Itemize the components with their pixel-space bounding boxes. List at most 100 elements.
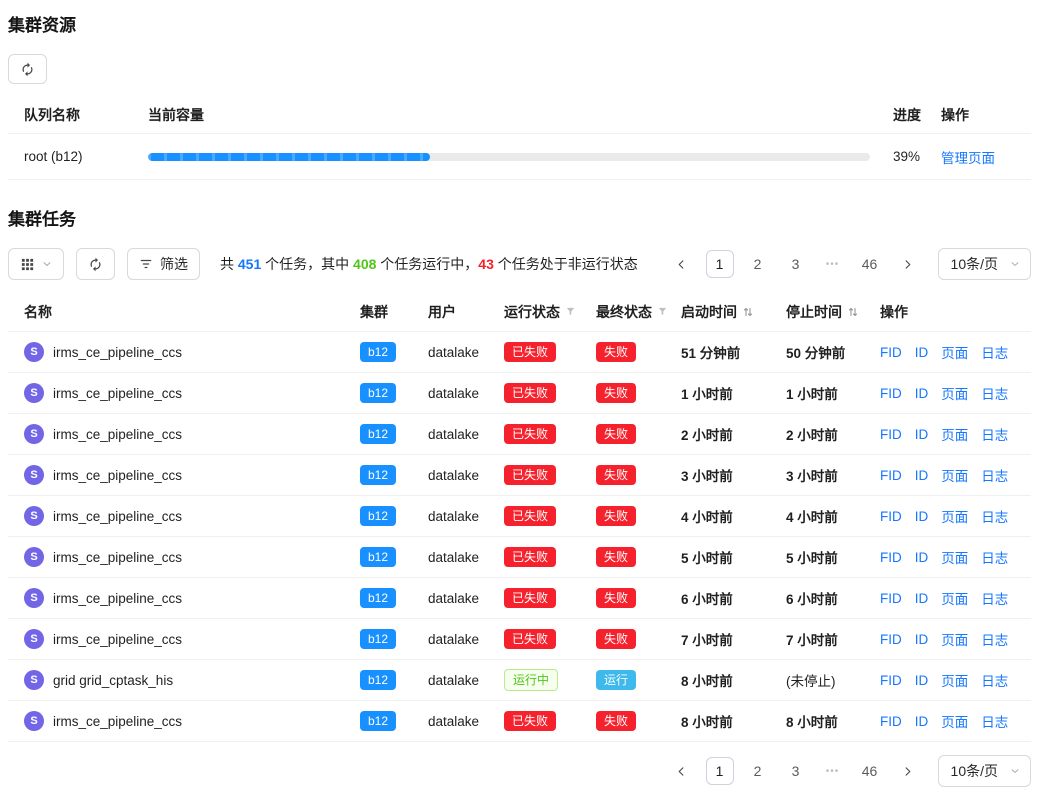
action-link-page[interactable]: 页面 (941, 342, 968, 362)
tasks-refresh-button[interactable] (76, 248, 115, 280)
action-link-fid[interactable]: FID (880, 427, 902, 442)
pagination-next[interactable] (894, 757, 922, 785)
resources-refresh-button[interactable] (8, 54, 47, 84)
action-link-log[interactable]: 日志 (981, 383, 1008, 403)
pagination-next[interactable] (894, 250, 922, 278)
action-link-fid[interactable]: FID (880, 386, 902, 401)
action-link-log[interactable]: 日志 (981, 342, 1008, 362)
action-link-log[interactable]: 日志 (981, 547, 1008, 567)
start-time: 7 小时前 (681, 629, 786, 649)
final-status-badge: 失败 (596, 588, 636, 608)
task-name: irms_ce_pipeline_ccs (53, 509, 182, 524)
task-user: datalake (428, 427, 504, 442)
task-user: datalake (428, 632, 504, 647)
action-link-id[interactable]: ID (915, 550, 929, 565)
sort-icon[interactable] (847, 306, 859, 318)
chevron-left-icon (676, 766, 687, 777)
capacity-progress-fill (148, 153, 430, 161)
action-link-page[interactable]: 页面 (941, 547, 968, 567)
action-link-log[interactable]: 日志 (981, 711, 1008, 731)
pagination-ellipsis[interactable]: ••• (820, 757, 846, 785)
table-row: S irms_ce_pipeline_ccs b12 datalake 已失败 … (8, 619, 1031, 660)
action-link-page[interactable]: 页面 (941, 588, 968, 608)
action-link-fid[interactable]: FID (880, 345, 902, 360)
action-link-id[interactable]: ID (915, 714, 929, 729)
action-link-fid[interactable]: FID (880, 468, 902, 483)
pagination-page-46[interactable]: 46 (856, 250, 884, 278)
action-link-log[interactable]: 日志 (981, 424, 1008, 444)
pagination-ellipsis[interactable]: ••• (820, 250, 846, 278)
col-start-time: 启动时间 (681, 302, 786, 322)
action-link-fid[interactable]: FID (880, 550, 902, 565)
page-size-select[interactable]: 10条/页 (938, 755, 1031, 787)
pagination-page-1[interactable]: 1 (706, 250, 734, 278)
action-link-id[interactable]: ID (915, 427, 929, 442)
task-user: datalake (428, 509, 504, 524)
avatar: S (24, 465, 44, 485)
action-link-log[interactable]: 日志 (981, 465, 1008, 485)
action-link-page[interactable]: 页面 (941, 670, 968, 690)
sort-icon[interactable] (742, 306, 754, 318)
pagination-page-1[interactable]: 1 (706, 757, 734, 785)
progress-percent: 39% (885, 149, 935, 164)
action-link-log[interactable]: 日志 (981, 506, 1008, 526)
row-actions: FID ID 页面日志 (880, 342, 1031, 362)
action-link-id[interactable]: ID (915, 673, 929, 688)
action-link-id[interactable]: ID (915, 345, 929, 360)
stop-time: 3 小时前 (786, 465, 880, 485)
page-size-value: 10条/页 (951, 254, 998, 274)
action-link-log[interactable]: 日志 (981, 670, 1008, 690)
action-link-id[interactable]: ID (915, 468, 929, 483)
stop-time: (未停止) (786, 670, 880, 690)
pagination-prev[interactable] (668, 250, 696, 278)
pagination-page-2[interactable]: 2 (744, 250, 772, 278)
action-link-id[interactable]: ID (915, 591, 929, 606)
action-link-fid[interactable]: FID (880, 714, 902, 729)
task-name: irms_ce_pipeline_ccs (53, 591, 182, 606)
avatar: S (24, 588, 44, 608)
start-time: 2 小时前 (681, 424, 786, 444)
action-link-fid[interactable]: FID (880, 509, 902, 524)
table-row: S irms_ce_pipeline_ccs b12 datalake 已失败 … (8, 701, 1031, 742)
action-link-id[interactable]: ID (915, 509, 929, 524)
filter-button[interactable]: 筛选 (127, 248, 200, 280)
col-queue-name: 队列名称 (24, 105, 148, 125)
pagination-page-46[interactable]: 46 (856, 757, 884, 785)
action-link-fid[interactable]: FID (880, 591, 902, 606)
action-link-log[interactable]: 日志 (981, 588, 1008, 608)
pagination-page-3[interactable]: 3 (782, 757, 810, 785)
action-link-page[interactable]: 页面 (941, 424, 968, 444)
pagination-prev[interactable] (668, 757, 696, 785)
final-status-badge: 失败 (596, 506, 636, 526)
start-time: 8 小时前 (681, 711, 786, 731)
task-user: datalake (428, 550, 504, 565)
col-name: 名称 (24, 302, 360, 322)
action-link-page[interactable]: 页面 (941, 629, 968, 649)
filter-funnel-icon[interactable] (657, 306, 668, 317)
action-link-id[interactable]: ID (915, 386, 929, 401)
action-link-log[interactable]: 日志 (981, 629, 1008, 649)
task-name: irms_ce_pipeline_ccs (53, 714, 182, 729)
action-link-fid[interactable]: FID (880, 673, 902, 688)
action-link-page[interactable]: 页面 (941, 383, 968, 403)
stop-time: 4 小时前 (786, 506, 880, 526)
action-link-fid[interactable]: FID (880, 632, 902, 647)
run-status-badge: 已失败 (504, 629, 556, 649)
action-link-id[interactable]: ID (915, 632, 929, 647)
final-status-badge: 失败 (596, 424, 636, 444)
pagination-page-3[interactable]: 3 (782, 250, 810, 278)
tasks-table-header: 名称 集群 用户 运行状态 最终状态 启动时间 (8, 292, 1031, 332)
action-link-page[interactable]: 页面 (941, 711, 968, 731)
layout-dropdown-button[interactable] (8, 248, 64, 280)
filter-funnel-icon[interactable] (565, 306, 576, 317)
manage-page-link[interactable]: 管理页面 (941, 151, 995, 166)
run-status-badge: 已失败 (504, 424, 556, 444)
run-status-badge: 已失败 (504, 547, 556, 567)
col-stop-time: 停止时间 (786, 302, 880, 322)
action-link-page[interactable]: 页面 (941, 506, 968, 526)
pagination-page-2[interactable]: 2 (744, 757, 772, 785)
action-link-page[interactable]: 页面 (941, 465, 968, 485)
avatar: S (24, 424, 44, 444)
refresh-icon (88, 257, 103, 272)
page-size-select[interactable]: 10条/页 (938, 248, 1031, 280)
